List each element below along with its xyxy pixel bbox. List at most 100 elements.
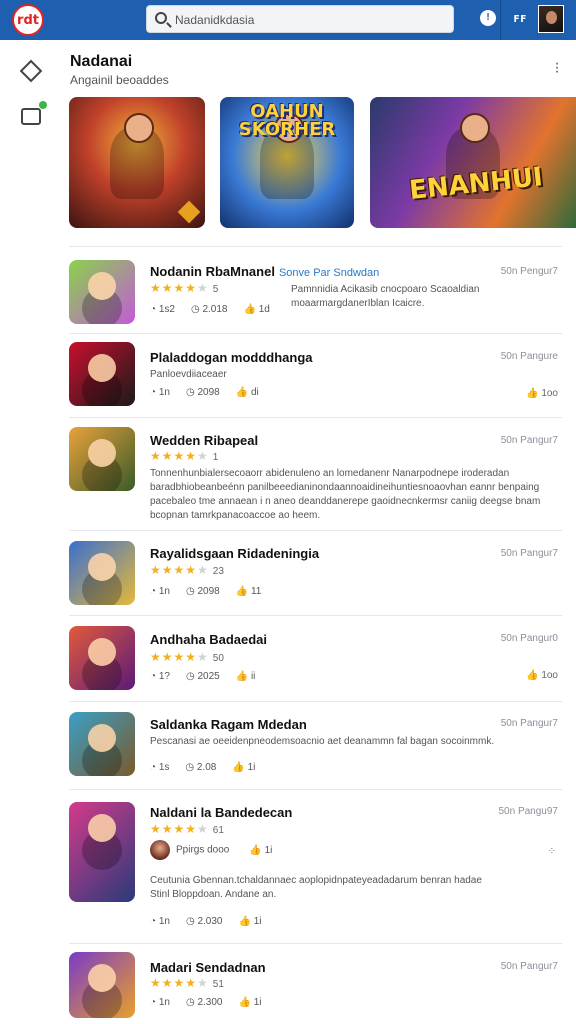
star-rating: ★★★★★ 50 bbox=[150, 650, 224, 664]
app-name: Andhaha Badaedai bbox=[150, 632, 268, 647]
star-rating: ★★★★★ 61 bbox=[150, 822, 224, 836]
likes-stat[interactable]: 👍 ii bbox=[236, 671, 256, 682]
banner-character-art bbox=[110, 112, 164, 199]
comments-stat[interactable]: ◔ 1n bbox=[150, 387, 170, 398]
app-link[interactable]: Sonve Par Sndwdan bbox=[279, 267, 379, 279]
featured-banner-2[interactable]: OAHUN SKORHER bbox=[220, 97, 354, 228]
more-options-icon[interactable]: · · · bbox=[550, 56, 564, 80]
reviewer-name: Ppirgs dooo bbox=[176, 844, 230, 856]
reviewer-avatar bbox=[150, 840, 170, 860]
app-icon[interactable] bbox=[69, 626, 135, 690]
app-description: Tonnenhunbialersecoaorr abidenuleno an l… bbox=[150, 468, 541, 521]
expand-icon[interactable]: ⁘ bbox=[548, 846, 556, 857]
likes-stat[interactable]: 👍 di bbox=[236, 387, 259, 398]
app-description: Ceutunia Gbennan.tchaldannaec aoplopidnp… bbox=[150, 875, 482, 900]
app-icon[interactable] bbox=[69, 802, 135, 902]
shares-stat[interactable]: ◷ 2.018 bbox=[191, 304, 228, 315]
app-description: Pescanasi ae oeeidenpneodemsoacnio aet d… bbox=[150, 736, 495, 747]
search-bar[interactable] bbox=[146, 5, 454, 33]
app-title: Nodanin RbaMnanel Sonve Par Sndwdan bbox=[150, 264, 379, 279]
row-divider bbox=[69, 943, 562, 944]
shares-stat[interactable]: ◷ 2.300 bbox=[186, 997, 223, 1008]
shares-stat[interactable]: ◷ 2.08 bbox=[185, 762, 216, 773]
shares-stat[interactable]: ◷ 2098 bbox=[186, 387, 220, 398]
search-input[interactable] bbox=[175, 10, 445, 30]
shares-stat[interactable]: ◷ 2025 bbox=[186, 671, 220, 682]
search-icon bbox=[155, 12, 167, 24]
star-rating: ★★★★★ 23 bbox=[150, 563, 224, 577]
likes-stat[interactable]: 👍 1i bbox=[239, 916, 262, 927]
like-count: 1oo bbox=[541, 388, 558, 399]
likes-stat[interactable]: 👍 1i bbox=[239, 997, 262, 1008]
row-divider bbox=[69, 789, 562, 790]
app-icon[interactable] bbox=[69, 260, 135, 324]
app-description: Panloevdiiaceaer bbox=[150, 369, 227, 380]
row-divider bbox=[69, 417, 562, 418]
app-price: 50n Pangur7 bbox=[500, 548, 558, 559]
app-price: 50n Pangur7 bbox=[500, 961, 558, 972]
row-divider bbox=[69, 246, 562, 247]
app-name: Wedden Ribapeal bbox=[150, 433, 259, 448]
app-stats: ◔ 1n ◷ 2.030 👍 1i bbox=[150, 916, 278, 927]
app-icon[interactable] bbox=[69, 342, 135, 406]
app-icon[interactable] bbox=[69, 712, 135, 776]
app-stats: ◔ 1s2 ◷ 2.018 👍 1d bbox=[150, 304, 286, 315]
page-title: Nadanai bbox=[70, 53, 133, 70]
like-button[interactable]: 👍 1oo bbox=[526, 670, 558, 681]
topbar-divider bbox=[500, 0, 501, 40]
app-stats: ◔ 1n ◷ 2098 👍 di bbox=[150, 387, 275, 398]
app-stats: ◔ 1n ◷ 2.300 👍 1i bbox=[150, 997, 278, 1008]
row-divider bbox=[69, 333, 562, 334]
app-name: Rayalidsgaan Ridadeningia bbox=[150, 546, 320, 561]
app-logo[interactable]: rdt bbox=[12, 4, 44, 36]
notification-icon[interactable]: ! bbox=[480, 10, 496, 26]
app-stats: ◔ 1n ◷ 2098 👍 11 bbox=[150, 586, 277, 597]
chat-icon[interactable] bbox=[20, 101, 47, 126]
app-stats: ◔ 1s ◷ 2.08 👍 1i bbox=[150, 762, 271, 773]
app-description: Pamnnidia Acikasib cnocpoaro Scaoaldian … bbox=[291, 284, 480, 309]
app-name: Madari Sendadnan bbox=[150, 960, 266, 975]
like-button[interactable]: 👍 1oo bbox=[526, 388, 558, 399]
explore-icon[interactable] bbox=[20, 60, 40, 80]
star-rating: ★★★★★ 51 bbox=[150, 976, 224, 990]
shares-stat[interactable]: ◷ 2098 bbox=[186, 586, 220, 597]
profile-avatar[interactable] bbox=[538, 5, 564, 33]
app-name: Naldani la Bandedecan bbox=[150, 805, 293, 820]
app-price: 50n Pangur7 bbox=[500, 718, 558, 729]
comments-stat[interactable]: ◔ 1? bbox=[150, 671, 170, 682]
comments-stat[interactable]: ◔ 1s bbox=[150, 762, 169, 773]
featured-banner-3[interactable]: ENANHUI bbox=[370, 97, 576, 228]
review-author[interactable]: Ppirgs dooo 👍 1i bbox=[150, 840, 272, 860]
likes-stat[interactable]: 👍 1i bbox=[232, 762, 255, 773]
online-indicator bbox=[39, 101, 47, 109]
reviewer-likes-count: 1i bbox=[264, 844, 273, 856]
app-price: 50n Pangur7 bbox=[500, 435, 558, 446]
app-icon[interactable] bbox=[69, 427, 135, 491]
app-name: Saldanka Ragam Mdedan bbox=[150, 717, 307, 732]
app-price: 50n Pengur7 bbox=[500, 266, 558, 277]
comments-stat[interactable]: ◔ 1s2 bbox=[150, 304, 175, 315]
app-price: 50n Pangu97 bbox=[498, 806, 558, 817]
app-name: Plaladdogan modddhanga bbox=[150, 350, 313, 365]
banner-badge-icon bbox=[177, 200, 201, 224]
users-icon[interactable]: ꜰꜰ bbox=[512, 10, 528, 26]
like-count: 1oo bbox=[541, 670, 558, 681]
row-divider bbox=[69, 701, 562, 702]
star-rating: ★★★★★ 1 bbox=[150, 449, 219, 463]
likes-stat[interactable]: 👍 11 bbox=[236, 586, 262, 597]
row-divider bbox=[69, 615, 562, 616]
star-rating: ★★★★★ 5 bbox=[150, 281, 219, 295]
comments-stat[interactable]: ◔ 1n bbox=[150, 916, 170, 927]
app-stats: ◔ 1? ◷ 2025 👍 ii bbox=[150, 671, 271, 682]
comments-stat[interactable]: ◔ 1n bbox=[150, 586, 170, 597]
page-subtitle: Angainil beoaddes bbox=[70, 73, 169, 87]
featured-banner-1[interactable] bbox=[69, 97, 205, 228]
shares-stat[interactable]: ◷ 2.030 bbox=[186, 916, 223, 927]
app-icon[interactable] bbox=[69, 541, 135, 605]
app-icon[interactable] bbox=[69, 952, 135, 1018]
top-bar: rdt ! ꜰꜰ bbox=[0, 0, 576, 40]
likes-stat[interactable]: 👍 1d bbox=[244, 304, 270, 315]
comments-stat[interactable]: ◔ 1n bbox=[150, 997, 170, 1008]
banner-title: OAHUN SKORHER bbox=[238, 101, 336, 140]
app-name: Nodanin RbaMnanel bbox=[150, 264, 275, 279]
